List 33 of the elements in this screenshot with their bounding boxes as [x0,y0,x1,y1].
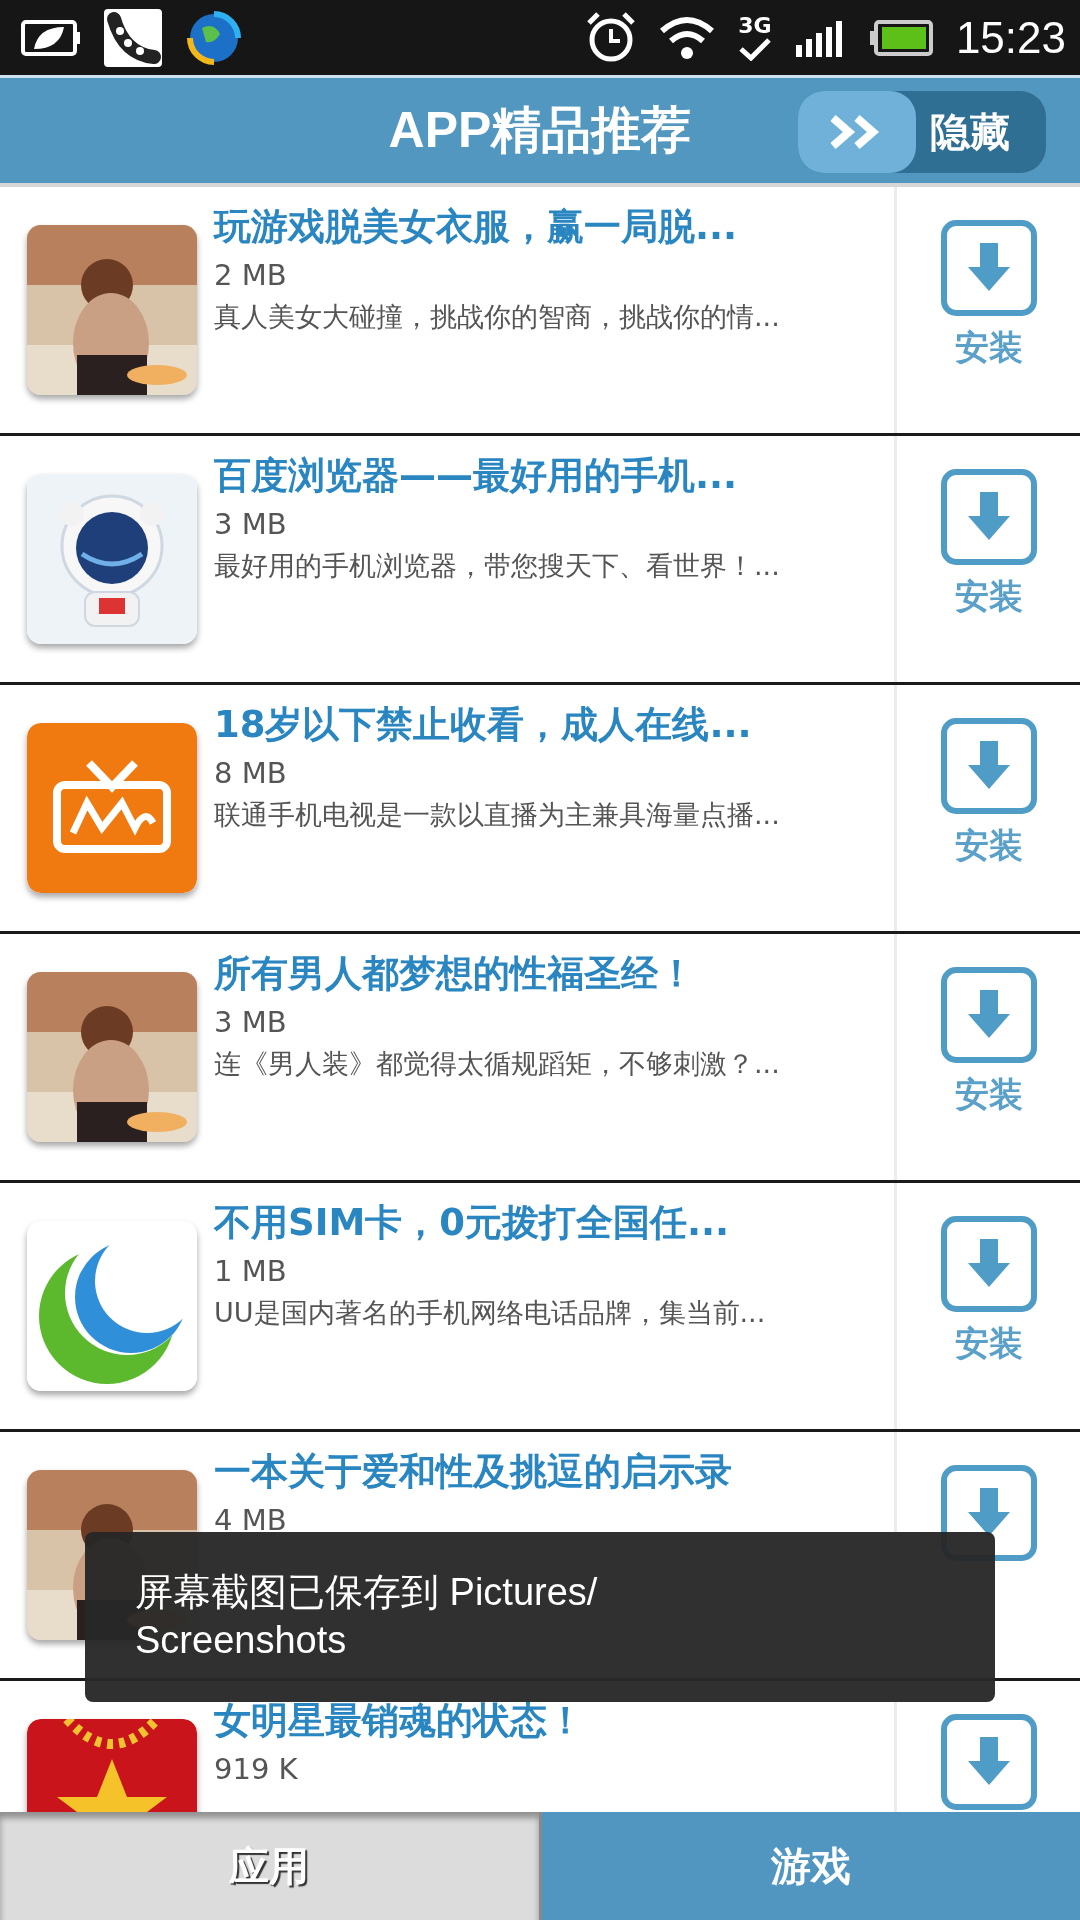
app-title: 18岁以下禁止收看，成人在线... [214,702,752,748]
app-description: UU是国内著名的手机网络电话品牌，集当前... [214,1296,767,1330]
install-button[interactable]: 安装 [939,717,1038,869]
app-description: 真人美女大碰撞，挑战你的智商，挑战你的情... [214,300,781,334]
app-size: 1 MB [214,1253,287,1290]
clock-time: 15:23 [955,12,1066,63]
app-title: 玩游戏脱美女衣服，赢一局脱... [214,204,738,250]
app-row[interactable]: 不用SIM卡，0元拨打全国任... 1 MB UU是国内著名的手机网络电话品牌，集当前... 安装 [0,1183,1080,1432]
hide-button[interactable]: 隐藏 [798,91,1046,173]
app-size: 8 MB [214,755,287,792]
app-row[interactable]: 百度浏览器——最好用的手机... 3 MB 最好用的手机浏览器，带您搜天下、看世界！... 安装 [0,436,1080,685]
app-size: 919 K [214,1751,298,1788]
app-row[interactable]: 所有男人都梦想的性福圣经！ 3 MB 连《男人装》都觉得太循规蹈矩，不够刺激？... 安装 [0,934,1080,1183]
install-button[interactable]: 安装 [939,966,1038,1118]
app-size: 3 MB [214,506,287,543]
page-title: APP精品推荐 [388,101,692,160]
app-size: 2 MB [214,257,287,294]
install-button[interactable]: 安装 [939,219,1038,371]
app-title: 一本关于爱和性及挑逗的启示录 [214,1449,732,1495]
app-title: 所有男人都梦想的性福圣经！ [214,951,695,997]
app-description: 最好用的手机浏览器，带您搜天下、看世界！... [214,549,781,583]
app-row[interactable]: 玩游戏脱美女衣服，赢一局脱... 2 MB 真人美女大碰撞，挑战你的智商，挑战你的情... 安装 [0,187,1080,436]
app-title: 百度浏览器——最好用的手机... [214,453,738,499]
app-description: 连《男人装》都觉得太循规蹈矩，不够刺激？... [214,1047,781,1081]
app-row[interactable]: 18岁以下禁止收看，成人在线... 8 MB 联通手机电视是一款以直播为主兼具海量点播... 安装 [0,685,1080,934]
install-button[interactable]: 安装 [939,468,1038,620]
app-description: 联通手机电视是一款以直播为主兼具海量点播... [214,798,781,832]
app-title: 不用SIM卡，0元拨打全国任... [214,1200,730,1246]
network-type: 3G [738,14,772,37]
toast: 屏幕截图已保存到 Pictures/ Screenshots [85,1532,995,1702]
tab[interactable]: 游戏 [538,1812,1080,1920]
install-button[interactable]: 安装 [939,1215,1038,1367]
app-size: 3 MB [214,1004,287,1041]
